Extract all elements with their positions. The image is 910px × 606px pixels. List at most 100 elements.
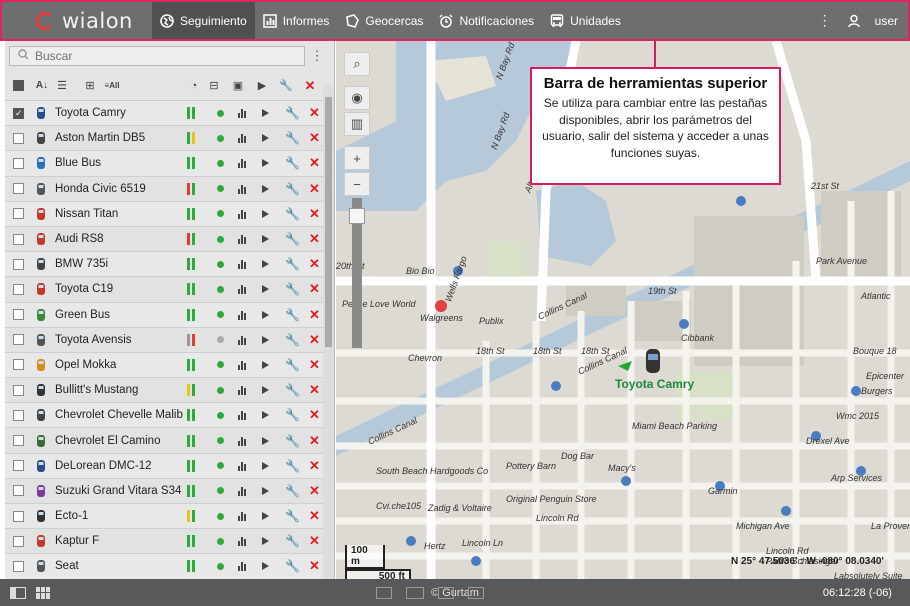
- report-icon[interactable]: [238, 209, 248, 219]
- wrench-icon[interactable]: 🔧: [285, 156, 300, 170]
- wrench-icon[interactable]: 🔧: [285, 358, 300, 372]
- track-play-icon[interactable]: [262, 159, 269, 168]
- unit-checkbox[interactable]: [13, 132, 24, 144]
- unit-name[interactable]: Bullitt's Mustang: [55, 384, 183, 396]
- track-play-icon[interactable]: [262, 184, 269, 193]
- unit-checkbox[interactable]: [13, 359, 24, 371]
- wrench-icon[interactable]: 🔧: [285, 308, 300, 322]
- wrench-icon[interactable]: 🔧: [285, 434, 300, 448]
- track-play-icon[interactable]: [262, 209, 269, 218]
- unit-name[interactable]: Chevrolet Chevelle Malibu: [55, 409, 183, 421]
- unit-checkbox[interactable]: [13, 157, 24, 169]
- report-icon[interactable]: [238, 108, 248, 119]
- track-play-icon[interactable]: [262, 260, 269, 269]
- list-scrollbar[interactable]: [323, 85, 334, 579]
- delete-icon[interactable]: ✕: [309, 433, 320, 449]
- delete-icon[interactable]: ✕: [309, 155, 320, 171]
- unit-name[interactable]: Chevrolet El Camino: [55, 435, 183, 447]
- unit-name[interactable]: Green Bus: [55, 309, 183, 321]
- track-play-icon[interactable]: [262, 134, 269, 143]
- wrench-icon[interactable]: 🔧: [285, 383, 300, 397]
- search-input[interactable]: [35, 49, 285, 63]
- zoom-in-button[interactable]: +: [344, 146, 370, 170]
- map-search-button[interactable]: ⌕: [344, 52, 370, 76]
- track-play-icon[interactable]: [262, 386, 269, 395]
- unit-row[interactable]: Opel Mokka 🔧 ✕: [5, 352, 334, 379]
- zoom-out-button[interactable]: −: [344, 172, 370, 196]
- tab-unidades[interactable]: Unidades: [542, 2, 629, 39]
- delete-icon[interactable]: ✕: [309, 231, 320, 247]
- unit-name[interactable]: Aston Martin DB5: [55, 132, 183, 144]
- report-icon[interactable]: [238, 335, 248, 345]
- report-icon[interactable]: [238, 184, 248, 194]
- settings-col-icon[interactable]: 🔧: [277, 78, 295, 94]
- unit-row[interactable]: Toyota Camry 🔧 ✕: [5, 101, 334, 127]
- unit-name[interactable]: Toyota Avensis: [55, 334, 183, 346]
- report-icon[interactable]: [238, 561, 248, 572]
- unit-checkbox[interactable]: [13, 309, 24, 321]
- unit-row[interactable]: Toyota Avensis 🔧 ✕: [5, 327, 334, 353]
- report-icon[interactable]: [238, 259, 248, 270]
- delete-icon[interactable]: ✕: [309, 407, 320, 423]
- unit-name[interactable]: Ecto-1: [55, 510, 183, 522]
- image-icon[interactable]: [438, 586, 455, 599]
- delete-icon[interactable]: ✕: [309, 382, 320, 398]
- delete-icon[interactable]: ✕: [309, 307, 320, 323]
- tab-informes[interactable]: Informes: [255, 2, 338, 39]
- unit-checkbox[interactable]: [13, 208, 24, 220]
- delete-all-icon[interactable]: ✕: [301, 78, 319, 94]
- unit-name[interactable]: Audi RS8: [55, 233, 183, 245]
- report-icon[interactable]: [238, 234, 248, 245]
- unit-row[interactable]: Suzuki Grand Vitara S34 🔧 ✕: [5, 478, 334, 504]
- wrench-icon[interactable]: 🔧: [285, 232, 300, 246]
- messages-icon[interactable]: [376, 586, 393, 599]
- unit-checkbox[interactable]: [13, 107, 24, 119]
- report-icon[interactable]: [238, 310, 248, 320]
- unit-name[interactable]: Opel Mokka: [55, 359, 183, 371]
- unit-name[interactable]: Toyota C19: [55, 283, 183, 295]
- unit-map-label[interactable]: Toyota Camry: [615, 377, 694, 391]
- track-play-icon[interactable]: [262, 562, 269, 571]
- report-icon[interactable]: [238, 133, 248, 144]
- scroll-thumb[interactable]: [325, 97, 332, 347]
- report-icon[interactable]: [238, 536, 248, 547]
- grid-view-icon[interactable]: [36, 586, 52, 599]
- wrench-icon[interactable]: 🔧: [285, 207, 300, 221]
- sort-alpha-icon[interactable]: A↓: [33, 78, 51, 94]
- tab-geocercas[interactable]: Geocercas: [337, 2, 431, 39]
- connection-state-icon[interactable]: ◔: [185, 78, 203, 94]
- unit-name[interactable]: DeLorean DMC-12: [55, 460, 183, 472]
- wrench-icon[interactable]: 🔧: [285, 106, 300, 120]
- card-icon[interactable]: [468, 586, 485, 599]
- report-icon[interactable]: [238, 158, 248, 169]
- report-icon[interactable]: [238, 360, 248, 370]
- track-play-icon[interactable]: [262, 461, 269, 470]
- add-group-icon[interactable]: ⊞: [81, 78, 99, 94]
- unit-row[interactable]: Honda Civic 6519 🔧 ✕: [5, 176, 334, 202]
- unit-name[interactable]: Suzuki Grand Vitara S34: [55, 485, 183, 497]
- unit-row[interactable]: Ecto-1 🔧 ✕: [5, 504, 334, 530]
- panel-toggle-icon[interactable]: [10, 586, 26, 599]
- unit-row[interactable]: BMW 735i 🔧 ✕: [5, 252, 334, 278]
- delete-icon[interactable]: ✕: [309, 105, 320, 121]
- report-icon[interactable]: [238, 385, 248, 396]
- map-layers-button[interactable]: ▥: [344, 112, 370, 136]
- unit-checkbox[interactable]: [13, 334, 24, 346]
- track-play-icon[interactable]: [262, 285, 269, 294]
- unit-name[interactable]: Honda Civic 6519: [55, 183, 183, 195]
- wrench-icon[interactable]: 🔧: [285, 534, 300, 548]
- wrench-icon[interactable]: 🔧: [285, 333, 300, 347]
- track-play-icon[interactable]: [262, 235, 269, 244]
- unit-row[interactable]: Bullitt's Mustang 🔧 ✕: [5, 378, 334, 404]
- monitor-icon[interactable]: ⊟: [205, 78, 223, 94]
- delete-icon[interactable]: ✕: [309, 332, 320, 348]
- unit-row[interactable]: Nissan Titan 🔧 ✕: [5, 201, 334, 227]
- wrench-icon[interactable]: 🔧: [285, 559, 300, 573]
- report-icon[interactable]: [238, 511, 248, 522]
- mail-icon[interactable]: [406, 586, 425, 599]
- unit-row[interactable]: DeLorean DMC-12 🔧 ✕: [5, 453, 334, 479]
- tab-seguimiento[interactable]: Seguimiento: [152, 2, 255, 39]
- unit-row[interactable]: Seat 🔧 ✕: [5, 554, 334, 579]
- panel-options-icon[interactable]: ⋮: [305, 48, 329, 64]
- zoom-slider[interactable]: [349, 198, 365, 348]
